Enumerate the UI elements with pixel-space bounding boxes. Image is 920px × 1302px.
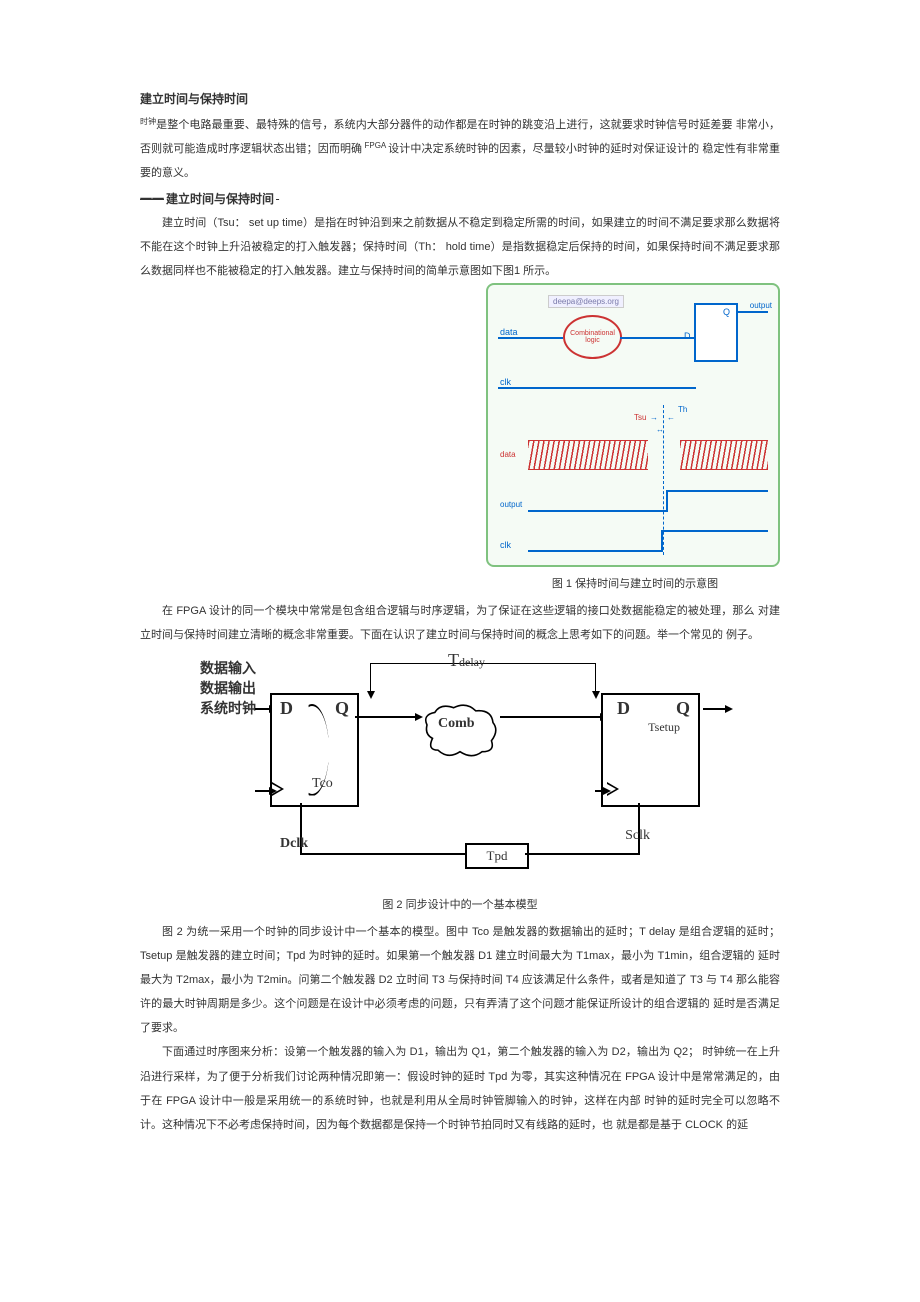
tdelay-label: Tdelay [448, 650, 485, 671]
q-pin-label: Q [723, 307, 730, 317]
strikethrough-pad [276, 194, 279, 206]
figure-2-caption: 图 2 同步设计中的一个基本模型 [140, 896, 780, 912]
tsetup-label: Tsetup [648, 720, 680, 735]
section-heading: 一一建立时间与保持时间 [140, 190, 780, 207]
th-label: Th [678, 405, 687, 414]
dclk-label: Dclk [280, 836, 308, 852]
paragraph-3: 在 FPGA 设计的同一个模块中常常是包含组合逻辑与时序逻辑，为了保证在这些逻辑… [140, 599, 780, 647]
sclk-label: Sclk [625, 828, 650, 844]
figure-1: deepa@deeps.org data Combinational logic… [486, 283, 780, 567]
paragraph-1: 时钟是整个电路最重要、最特殊的信号，系统内大部分器件的动作都是在时钟的跳变沿上进… [140, 113, 780, 186]
output-label: output [750, 301, 772, 310]
document-page: 建立时间与保持时间 时钟是整个电路最重要、最特殊的信号，系统内大部分器件的动作都… [70, 0, 850, 1177]
data-label: data [500, 327, 518, 337]
inline-small-text: 时钟 [140, 117, 156, 126]
clk-timing-label: clk [500, 540, 511, 550]
figure-watermark: deepa@deeps.org [548, 295, 624, 308]
q-label-left: Q [335, 698, 349, 719]
paragraph-4: 图 2 为统一采用一个时钟的同步设计中一个基本的模型。图中 Tco 是触发器的数… [140, 920, 780, 1041]
paragraph-5: 下面通过时序图来分析：设第一个触发器的输入为 D1，输出为 Q1，第二个触发器的… [140, 1040, 780, 1137]
figure-1-caption: 图 1 保持时间与建立时间的示意图 [490, 575, 780, 591]
paragraph-2: 建立时间（Tsu： set up time）是指在时钟沿到来之前数据从不稳定到稳… [140, 211, 780, 284]
q-label-right: Q [676, 698, 690, 719]
tpd-box: Tpd [465, 843, 529, 869]
tsu-label: Tsu [634, 413, 646, 422]
d-label-left: D [280, 698, 293, 719]
combinational-logic-block: Combinational logic [563, 315, 622, 359]
page-title: 建立时间与保持时间 [140, 90, 780, 107]
strikethrough-text: 一一 [140, 192, 164, 206]
data-timing-label: data [500, 450, 516, 459]
inline-small-text: FPGA [362, 141, 388, 150]
figure-2: Tdelay 数据输入 D Q Tco Comb D Q Tsetup [200, 658, 720, 888]
d-label-right: D [617, 698, 630, 719]
clk-label: clk [500, 377, 511, 387]
comb-label: Comb [438, 716, 475, 732]
flip-flop-box [694, 303, 738, 362]
d-pin-label: D [684, 331, 691, 341]
figure-1-block: deepa@deeps.org data Combinational logic… [140, 283, 780, 599]
output-timing-label: output [500, 500, 522, 509]
